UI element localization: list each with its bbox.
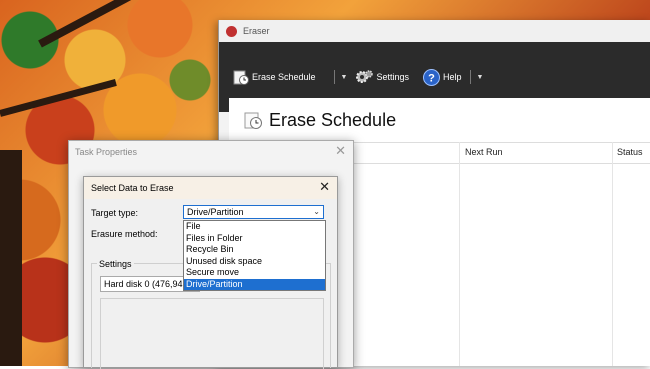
close-icon[interactable]: ✕ — [319, 179, 330, 195]
option-unused-disk-space[interactable]: Unused disk space — [184, 256, 325, 268]
toolbar-separator — [333, 70, 335, 84]
gear-icon — [356, 70, 374, 83]
tree-trunk — [0, 150, 22, 366]
page-title: Erase Schedule — [269, 109, 397, 130]
column-divider — [612, 142, 613, 366]
settings-group-label: Settings — [97, 259, 134, 269]
toolbar-separator — [469, 70, 471, 84]
settings-panel — [100, 298, 324, 369]
help-dropdown-icon[interactable]: ▼ — [477, 74, 484, 81]
target-type-label: Target type: — [91, 208, 139, 218]
target-type-dropdown-list: File Files in Folder Recycle Bin Unused … — [183, 220, 326, 291]
option-recycle-bin[interactable]: Recycle Bin — [184, 244, 325, 256]
column-header-status[interactable]: Status — [617, 147, 643, 157]
option-file[interactable]: File — [184, 221, 325, 233]
close-icon[interactable]: ✕ — [335, 143, 346, 159]
target-type-select[interactable]: Drive/Partition ⌄ — [183, 205, 324, 219]
target-type-value: Drive/Partition — [187, 207, 244, 217]
erase-schedule-dropdown-icon[interactable]: ▼ — [341, 74, 348, 81]
option-drive-partition[interactable]: Drive/Partition — [184, 278, 325, 290]
help-label: Help — [443, 72, 462, 82]
svg-text:?: ? — [428, 72, 435, 84]
select-data-dialog: Select Data to Erase ✕ Target type: Driv… — [83, 176, 338, 369]
column-divider — [459, 142, 460, 366]
tree-branch — [38, 0, 201, 48]
erase-schedule-label: Erase Schedule — [252, 72, 316, 82]
window-titlebar: Eraser — [219, 20, 650, 42]
chevron-down-icon: ⌄ — [313, 207, 320, 216]
settings-label: Settings — [376, 72, 410, 82]
page-header: Erase Schedule — [229, 98, 650, 142]
erase-schedule-button[interactable]: Erase Schedule — [233, 69, 316, 85]
eraser-app-icon — [226, 25, 237, 37]
schedule-icon — [233, 70, 249, 85]
dialog-title: Select Data to Erase — [91, 183, 174, 193]
window-title: Eraser — [243, 26, 270, 36]
dialog-titlebar: Select Data to Erase ✕ — [84, 177, 337, 199]
dialog-title: Task Properties — [75, 147, 138, 157]
erasure-method-label: Erasure method: — [91, 229, 158, 239]
schedule-icon — [244, 112, 262, 129]
help-button[interactable]: ? Help — [423, 68, 462, 86]
option-secure-move[interactable]: Secure move — [184, 267, 325, 279]
disk-value: Hard disk 0 (476,94 — [104, 279, 183, 289]
tree-branch — [0, 79, 117, 117]
column-header-next-run[interactable]: Next Run — [465, 147, 503, 157]
option-files-in-folder[interactable]: Files in Folder — [184, 233, 325, 245]
settings-button[interactable]: Settings — [355, 69, 409, 85]
help-icon: ? — [423, 68, 441, 86]
